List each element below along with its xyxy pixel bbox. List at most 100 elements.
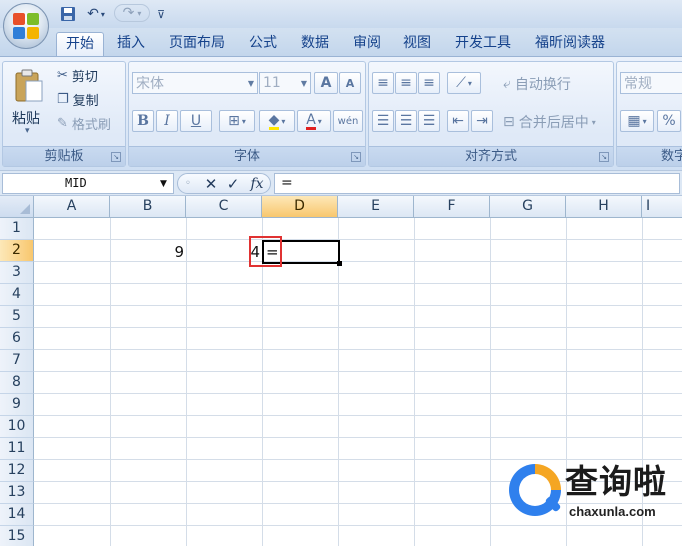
- redo-icon[interactable]: ↷ ▾: [114, 4, 150, 22]
- gridline: [34, 349, 682, 350]
- row-header[interactable]: 1: [0, 218, 34, 240]
- chevron-down-icon: ▾: [591, 117, 596, 127]
- cut-label: 剪切: [71, 70, 98, 85]
- cancel-icon[interactable]: ✕: [202, 175, 220, 193]
- column-header-a[interactable]: A: [34, 196, 110, 218]
- row-header[interactable]: 9: [0, 394, 34, 416]
- row-header[interactable]: 12: [0, 460, 34, 482]
- align-right-icon[interactable]: ☰: [418, 110, 440, 132]
- align-left-icon[interactable]: ☰: [372, 110, 394, 132]
- tab-insert[interactable]: 插入: [110, 32, 152, 56]
- cell-b2[interactable]: 9: [110, 241, 184, 263]
- gridline: [34, 283, 682, 284]
- ribbon-tabs: 开始 插入 页面布局 公式 数据 审阅 视图 开发工具 福昕阅读器: [0, 28, 682, 56]
- column-header-d[interactable]: D: [262, 196, 338, 218]
- cut-button[interactable]: ✂ 剪切: [57, 66, 98, 85]
- tab-review[interactable]: 审阅: [346, 32, 388, 56]
- column-header-c[interactable]: C: [186, 196, 262, 218]
- shrink-font-button[interactable]: A: [339, 72, 361, 94]
- row-header[interactable]: 6: [0, 328, 34, 350]
- font-group-label: 字体: [129, 146, 365, 166]
- font-size-select[interactable]: 11 ▼: [259, 72, 311, 94]
- select-all-button[interactable]: [0, 196, 34, 218]
- undo-icon[interactable]: ↶ ▾: [82, 4, 110, 24]
- column-header-h[interactable]: H: [566, 196, 642, 218]
- tab-page-layout[interactable]: 页面布局: [162, 32, 232, 56]
- orientation-icon[interactable]: ⟋ ▾: [447, 72, 481, 94]
- expand-icon[interactable]: ◦: [182, 175, 194, 193]
- row-header[interactable]: 14: [0, 504, 34, 526]
- row-header[interactable]: 11: [0, 438, 34, 460]
- column-header-b[interactable]: B: [110, 196, 186, 218]
- align-bottom-icon[interactable]: ≡: [418, 72, 440, 94]
- fill-handle[interactable]: [337, 261, 342, 266]
- chevron-down-icon: ▼: [247, 79, 254, 88]
- font-name-select[interactable]: 宋体 ▼: [132, 72, 258, 94]
- bold-button[interactable]: B: [132, 110, 154, 132]
- align-middle-icon[interactable]: ≡: [395, 72, 417, 94]
- customize-icon[interactable]: ⊽: [155, 4, 167, 24]
- merge-icon: ⊟: [503, 114, 515, 130]
- paste-icon[interactable]: [11, 66, 47, 108]
- alignment-launcher-icon[interactable]: ↘: [599, 152, 609, 162]
- column-header-f[interactable]: F: [414, 196, 490, 218]
- tab-formulas[interactable]: 公式: [242, 32, 284, 56]
- row-header[interactable]: 4: [0, 284, 34, 306]
- fill-color-button[interactable]: ◆ ▾: [259, 110, 295, 132]
- row-header[interactable]: 8: [0, 372, 34, 394]
- column-header-i[interactable]: I: [642, 196, 682, 218]
- ribbon: 粘贴 ▾ ✂ 剪切 ❐ 复制 ✎ 格式刷 剪贴板 ↘ 宋体 ▼ 11 ▼ A A B I …: [0, 56, 682, 170]
- merge-center-button[interactable]: ⊟ 合并后居中 ▾: [503, 112, 596, 132]
- number-format-select[interactable]: 常规: [620, 72, 682, 94]
- column-header-e[interactable]: E: [338, 196, 414, 218]
- row-header[interactable]: 13: [0, 482, 34, 504]
- gridline: [34, 239, 682, 240]
- office-button[interactable]: [3, 3, 49, 49]
- borders-button[interactable]: ⊞ ▾: [219, 110, 255, 132]
- column-header-g[interactable]: G: [490, 196, 566, 218]
- underline-button[interactable]: U: [180, 110, 212, 132]
- annotation-highlight: [249, 236, 282, 267]
- tab-foxit-reader[interactable]: 福昕阅读器: [528, 32, 612, 56]
- tab-developer[interactable]: 开发工具: [448, 32, 518, 56]
- gridline: [490, 218, 491, 546]
- grow-font-button[interactable]: A: [314, 72, 338, 94]
- row-header[interactable]: 15: [0, 526, 34, 546]
- row-header[interactable]: 2: [0, 240, 34, 262]
- font-color-button[interactable]: A ▾: [297, 110, 331, 132]
- tab-home[interactable]: 开始: [56, 32, 104, 56]
- insert-function-icon[interactable]: fx: [246, 175, 268, 193]
- decrease-indent-icon[interactable]: ⇤: [447, 110, 469, 132]
- copy-button[interactable]: ❐ 复制: [57, 90, 99, 109]
- row-header[interactable]: 5: [0, 306, 34, 328]
- row-header[interactable]: 7: [0, 350, 34, 372]
- tab-data[interactable]: 数据: [294, 32, 336, 56]
- wrap-text-button[interactable]: ⤶ 自动换行: [503, 74, 571, 94]
- accounting-format-icon[interactable]: ▦ ▾: [620, 110, 654, 132]
- align-top-icon[interactable]: ≡: [372, 72, 394, 94]
- align-center-icon[interactable]: ☰: [395, 110, 417, 132]
- enter-icon[interactable]: ✓: [224, 175, 242, 193]
- row-header[interactable]: 3: [0, 262, 34, 284]
- percent-button[interactable]: %: [657, 110, 681, 132]
- chevron-down-icon[interactable]: ▼: [160, 179, 167, 189]
- name-box[interactable]: MID: [2, 173, 174, 194]
- format-painter-label: 格式刷: [71, 118, 111, 133]
- paste-dropdown-icon[interactable]: ▾: [25, 126, 30, 136]
- wrap-text-icon: ⤶: [503, 76, 511, 92]
- format-painter-button[interactable]: ✎ 格式刷: [57, 114, 111, 133]
- italic-button[interactable]: I: [156, 110, 178, 132]
- wrap-text-label: 自动换行: [514, 77, 571, 93]
- font-launcher-icon[interactable]: ↘: [351, 152, 361, 162]
- clipboard-group: 粘贴 ▾ ✂ 剪切 ❐ 复制 ✎ 格式刷 剪贴板 ↘: [2, 61, 126, 167]
- save-icon[interactable]: [58, 4, 78, 24]
- scissors-icon: ✂: [57, 68, 68, 83]
- formula-input[interactable]: =: [274, 173, 680, 194]
- row-header[interactable]: 10: [0, 416, 34, 438]
- clipboard-launcher-icon[interactable]: ↘: [111, 152, 121, 162]
- tab-view[interactable]: 视图: [396, 32, 438, 56]
- font-group: 宋体 ▼ 11 ▼ A A B I U ⊞ ▾ ◆ ▾ A ▾ wén 字体 ↘: [128, 61, 366, 167]
- paste-button[interactable]: 粘贴: [12, 108, 40, 128]
- phonetic-button[interactable]: wén: [333, 110, 363, 132]
- increase-indent-icon[interactable]: ⇥: [471, 110, 493, 132]
